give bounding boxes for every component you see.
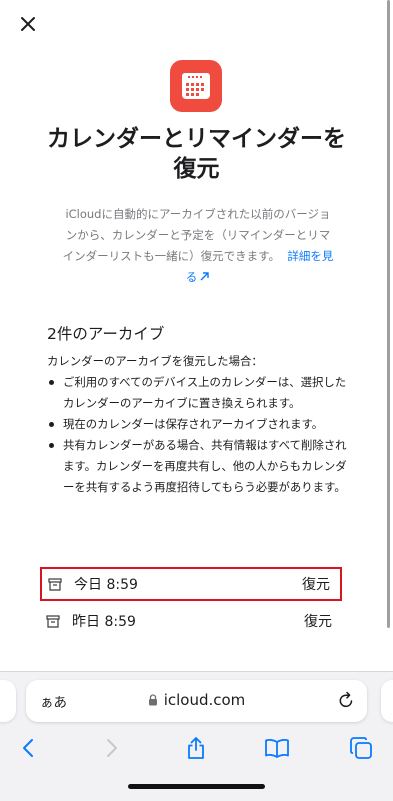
note-bullet: 共有カレンダーがある場合、共有情報はすべて削除されます。カレンダーを再度共有し、…: [47, 435, 347, 498]
url-display[interactable]: icloud.com: [26, 691, 367, 709]
tabs-button[interactable]: [346, 733, 376, 763]
next-tab-preview[interactable]: [381, 680, 393, 722]
close-icon: [21, 17, 35, 31]
archive-row-today[interactable]: 今日 8:59 復元: [40, 567, 342, 601]
archive-date-label: 今日 8:59: [74, 577, 138, 593]
page-title-line2: 復元: [173, 156, 220, 182]
description: iCloudに自動的にアーカイブされた以前のバージョンから、カレンダーと予定を（…: [62, 204, 334, 288]
reload-icon: [339, 691, 353, 708]
bookmarks-icon: [265, 738, 289, 758]
note-bullet: ご利用のすべてのデバイス上のカレンダーは、選択したカレンダーのアーカイブに置き換…: [47, 372, 347, 414]
note-intro: カレンダーのアーカイブを復元した場合：: [47, 354, 263, 368]
back-icon: [23, 739, 33, 757]
restore-button[interactable]: 復元: [302, 574, 330, 594]
note-bullet: 現在のカレンダーは保存されアーカイブされます。: [47, 414, 347, 435]
archive-box-icon: [48, 576, 64, 592]
share-button[interactable]: [181, 733, 211, 763]
back-button[interactable]: [13, 733, 43, 763]
share-icon: [188, 737, 204, 759]
address-bar[interactable]: ぁあ icloud.com: [26, 680, 367, 722]
forward-icon: [107, 739, 117, 757]
external-link-icon: [200, 272, 209, 281]
calendar-app-icon: [170, 60, 222, 112]
bookmarks-button[interactable]: [262, 733, 292, 763]
page-title-line1: カレンダーとリマインダーを: [47, 126, 346, 152]
archive-box-icon: [46, 613, 62, 629]
url-text: icloud.com: [163, 691, 246, 709]
page-title: カレンダーとリマインダーを 復元: [20, 124, 373, 184]
restore-note: カレンダーのアーカイブを復元した場合： ご利用のすべてのデバイス上のカレンダーは…: [47, 351, 347, 498]
safari-toolbar: [0, 733, 393, 763]
reload-button[interactable]: [337, 690, 355, 714]
restore-button[interactable]: 復元: [304, 611, 332, 631]
archive-row-yesterday[interactable]: 昨日 8:59 復元: [40, 604, 342, 638]
note-list: ご利用のすべてのデバイス上のカレンダーは、選択したカレンダーのアーカイブに置き換…: [47, 372, 347, 498]
close-button[interactable]: [14, 10, 42, 38]
tabs-icon: [350, 737, 372, 759]
scrollbar[interactable]: [387, 0, 390, 628]
forward-button[interactable]: [97, 733, 127, 763]
calendar-icon: [182, 73, 210, 99]
lock-icon: [148, 694, 158, 706]
previous-tab-preview[interactable]: [0, 680, 16, 722]
archive-count-heading: 2件のアーカイブ: [47, 325, 165, 343]
archive-date-label: 昨日 8:59: [72, 614, 136, 630]
home-indicator[interactable]: [128, 784, 265, 789]
